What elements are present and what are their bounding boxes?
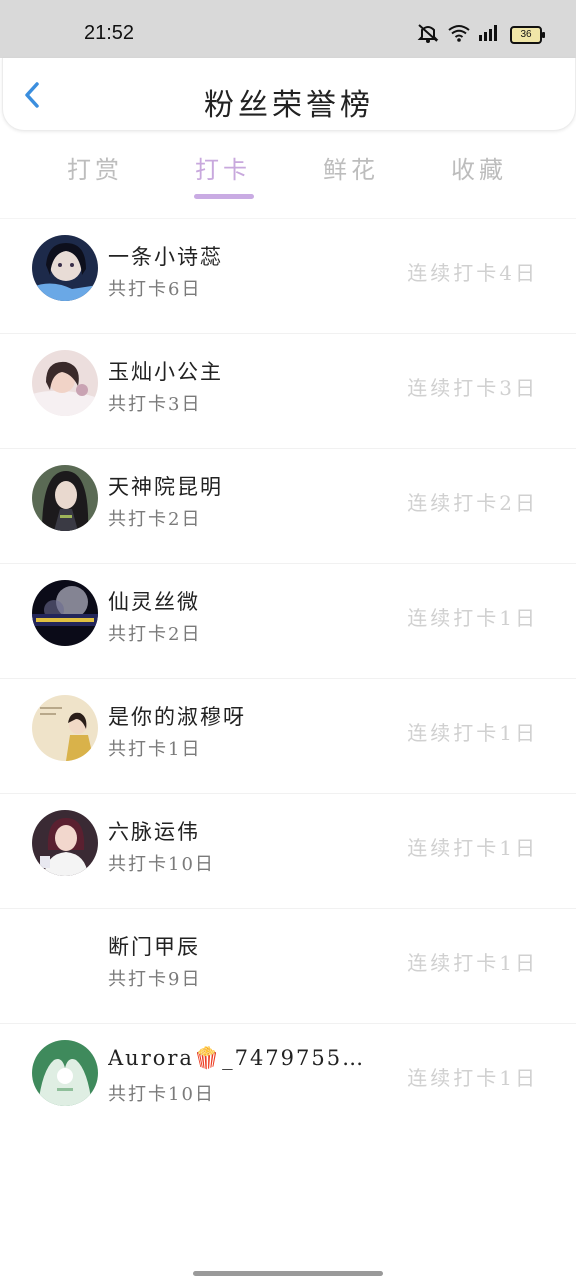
- avatar[interactable]: [32, 350, 98, 416]
- list-item[interactable]: 仙灵丝微 共打卡2日 连续打卡1日: [0, 563, 576, 678]
- avatar[interactable]: [32, 695, 98, 761]
- total-checkins: 共打卡2日: [108, 624, 202, 645]
- total-checkins: 共打卡10日: [108, 1084, 215, 1105]
- list-item[interactable]: 六脉运伟 共打卡10日 连续打卡1日: [0, 793, 576, 908]
- total-checkins: 共打卡6日: [108, 279, 202, 300]
- tab-reward[interactable]: 打赏: [35, 150, 155, 185]
- mute-icon: [416, 22, 440, 48]
- signal-icon: [478, 23, 502, 47]
- avatar[interactable]: [32, 465, 98, 531]
- fan-name: 六脉运伟: [108, 820, 200, 844]
- list-item[interactable]: 一条小诗蕊 共打卡6日 连续打卡4日: [0, 218, 576, 333]
- list-item[interactable]: Aurora🍿_74797550 … 共打卡10日 连续打卡1日: [0, 1023, 576, 1138]
- streak-checkins: 连续打卡4日: [407, 261, 538, 285]
- wifi-icon: [448, 24, 470, 46]
- fan-ranking-list: 一条小诗蕊 共打卡6日 连续打卡4日 玉灿小公主 共打卡3日 连续打卡3日 天神…: [0, 218, 576, 1138]
- avatar[interactable]: [32, 235, 98, 301]
- list-item[interactable]: 天神院昆明 共打卡2日 连续打卡2日: [0, 448, 576, 563]
- streak-checkins: 连续打卡1日: [407, 1066, 538, 1090]
- fan-name: 玉灿小公主: [108, 360, 223, 384]
- avatar[interactable]: [32, 810, 98, 876]
- status-bar: 21:52 36: [0, 0, 576, 58]
- list-item[interactable]: 是你的淑穆呀 共打卡1日 连续打卡1日: [0, 678, 576, 793]
- fan-name: 一条小诗蕊: [108, 245, 223, 269]
- streak-checkins: 连续打卡1日: [407, 836, 538, 860]
- streak-checkins: 连续打卡3日: [407, 376, 538, 400]
- fan-name: 仙灵丝微: [108, 590, 200, 614]
- battery-icon: 36: [510, 26, 545, 44]
- fan-name: 天神院昆明: [108, 475, 223, 499]
- avatar[interactable]: [32, 580, 98, 646]
- total-checkins: 共打卡1日: [108, 739, 202, 760]
- streak-checkins: 连续打卡1日: [407, 606, 538, 630]
- fan-name: 是你的淑穆呀: [108, 705, 246, 729]
- total-checkins: 共打卡2日: [108, 509, 202, 530]
- tab-collect[interactable]: 收藏: [419, 150, 539, 185]
- streak-checkins: 连续打卡2日: [407, 491, 538, 515]
- streak-checkins: 连续打卡1日: [407, 721, 538, 745]
- status-time: 21:52: [84, 22, 135, 44]
- list-item[interactable]: 玉灿小公主 共打卡3日 连续打卡3日: [0, 333, 576, 448]
- streak-checkins: 连续打卡1日: [407, 951, 538, 975]
- total-checkins: 共打卡10日: [108, 854, 215, 875]
- page-title: 粉丝荣誉榜: [204, 88, 374, 123]
- total-checkins: 共打卡9日: [108, 969, 202, 990]
- fan-name: Aurora🍿_74797550 …: [108, 1046, 368, 1070]
- fan-name: 断门甲辰: [108, 935, 200, 959]
- home-indicator[interactable]: [193, 1271, 383, 1276]
- list-item[interactable]: 断门甲辰 共打卡9日 连续打卡1日: [0, 908, 576, 1023]
- tab-bar: 打赏 打卡 鲜花 收藏: [0, 140, 576, 200]
- header-bar: 粉丝荣誉榜: [2, 58, 576, 131]
- total-checkins: 共打卡3日: [108, 394, 202, 415]
- tab-flowers[interactable]: 鲜花: [291, 150, 411, 185]
- tab-checkin[interactable]: 打卡: [163, 150, 283, 185]
- active-tab-indicator: [194, 194, 254, 199]
- status-icons: 36: [416, 22, 545, 48]
- avatar[interactable]: [32, 1040, 98, 1106]
